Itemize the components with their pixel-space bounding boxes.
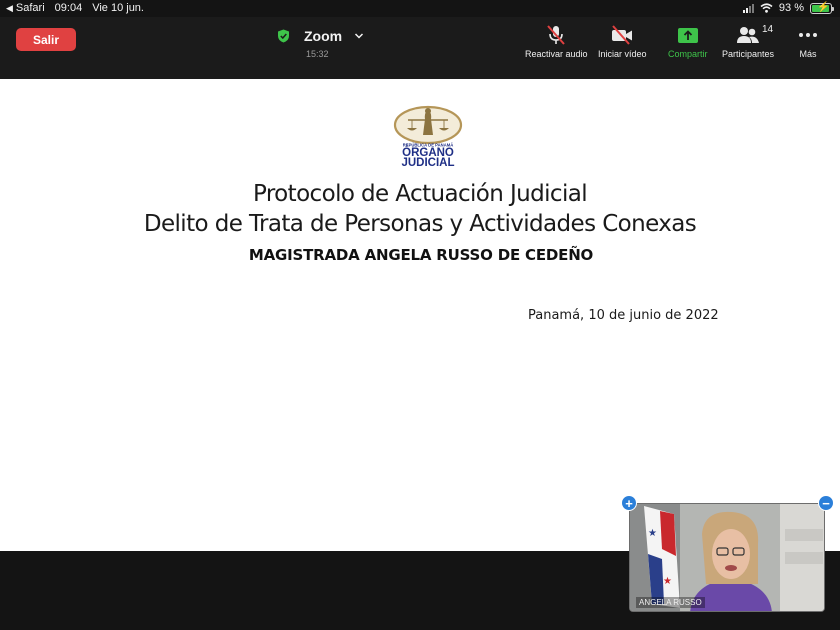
zoom-ipad-screen: ◀Safari 09:04 Vie 10 jun. 93 % ⚡ Salir (0, 0, 840, 630)
svg-text:★: ★ (648, 528, 657, 539)
meeting-duration: 15:32 (306, 49, 329, 59)
minimize-video-button[interactable]: − (818, 495, 834, 511)
status-time: 09:04 (54, 2, 83, 14)
slide-author: MAGISTRADA ANGELA RUSSO DE CEDEÑO (248, 246, 594, 264)
organo-judicial-logo: REPÚBLICA DE PANAMÁ ÓRGANO JUDICIAL (393, 105, 463, 167)
status-left: ◀ Safari 09:04 Vie 10 jun. (6, 2, 144, 14)
minus-icon: − (822, 495, 830, 511)
more-button[interactable]: Más (798, 23, 818, 59)
battery-charging-icon: ⚡ (810, 2, 834, 14)
status-date: Vie 10 jun. (92, 2, 144, 14)
participants-button[interactable]: 14 Participantes (722, 23, 774, 59)
wifi-icon (760, 3, 773, 13)
share-button[interactable]: Compartir (668, 23, 708, 59)
zoom-toolbar: Salir Zoom 15:32 Reactivar audio Iniciar… (0, 17, 840, 79)
microphone-muted-icon (547, 25, 566, 45)
expand-video-button[interactable]: + (621, 495, 637, 511)
status-bar: ◀ Safari 09:04 Vie 10 jun. 93 % ⚡ (0, 0, 840, 17)
participant-video-tile[interactable]: ★ ★ ANGELA RUSSO (629, 503, 825, 612)
back-arrow-icon: ◀ (6, 3, 13, 13)
participant-video-feed: ★ ★ (630, 504, 824, 611)
start-video-button[interactable]: Iniciar vídeo (598, 23, 647, 59)
battery-percent: 93 % (778, 2, 804, 14)
participants-icon (737, 27, 760, 43)
more-label: Más (799, 49, 817, 59)
share-label: Compartir (668, 49, 708, 59)
leave-button[interactable]: Salir (16, 28, 76, 51)
slide-title-line2: Delito de Trata de Personas y Actividade… (143, 211, 697, 237)
meeting-title: Zoom (304, 28, 343, 44)
unmute-button[interactable]: Reactivar audio (525, 23, 588, 59)
logo-text-judicial: JUDICIAL (401, 157, 454, 167)
unmute-label: Reactivar audio (525, 49, 588, 59)
svg-text:★: ★ (663, 576, 672, 587)
plus-icon: + (625, 495, 633, 511)
participants-label: Participantes (722, 49, 775, 59)
slide-title-line1: Protocolo de Actuación Judicial (252, 181, 588, 207)
more-dots-icon (799, 33, 817, 37)
meeting-info-button[interactable]: Zoom (277, 28, 364, 44)
cellular-signal-icon (742, 3, 754, 13)
back-app-label: Safari (15, 2, 45, 14)
back-to-safari[interactable]: ◀ Safari (6, 2, 45, 14)
participant-name: ANGELA RUSSO (636, 597, 705, 608)
slide-date: Panamá, 10 de junio de 2022 (528, 308, 719, 323)
shield-check-icon (278, 29, 289, 43)
start-video-label: Iniciar vídeo (598, 49, 647, 59)
status-right: 93 % ⚡ (742, 2, 834, 14)
share-screen-icon (677, 28, 698, 43)
shared-slide: REPÚBLICA DE PANAMÁ ÓRGANO JUDICIAL Prot… (0, 79, 840, 551)
chevron-down-icon (355, 33, 364, 39)
video-off-icon (612, 25, 633, 45)
participants-count: 14 (762, 24, 774, 35)
